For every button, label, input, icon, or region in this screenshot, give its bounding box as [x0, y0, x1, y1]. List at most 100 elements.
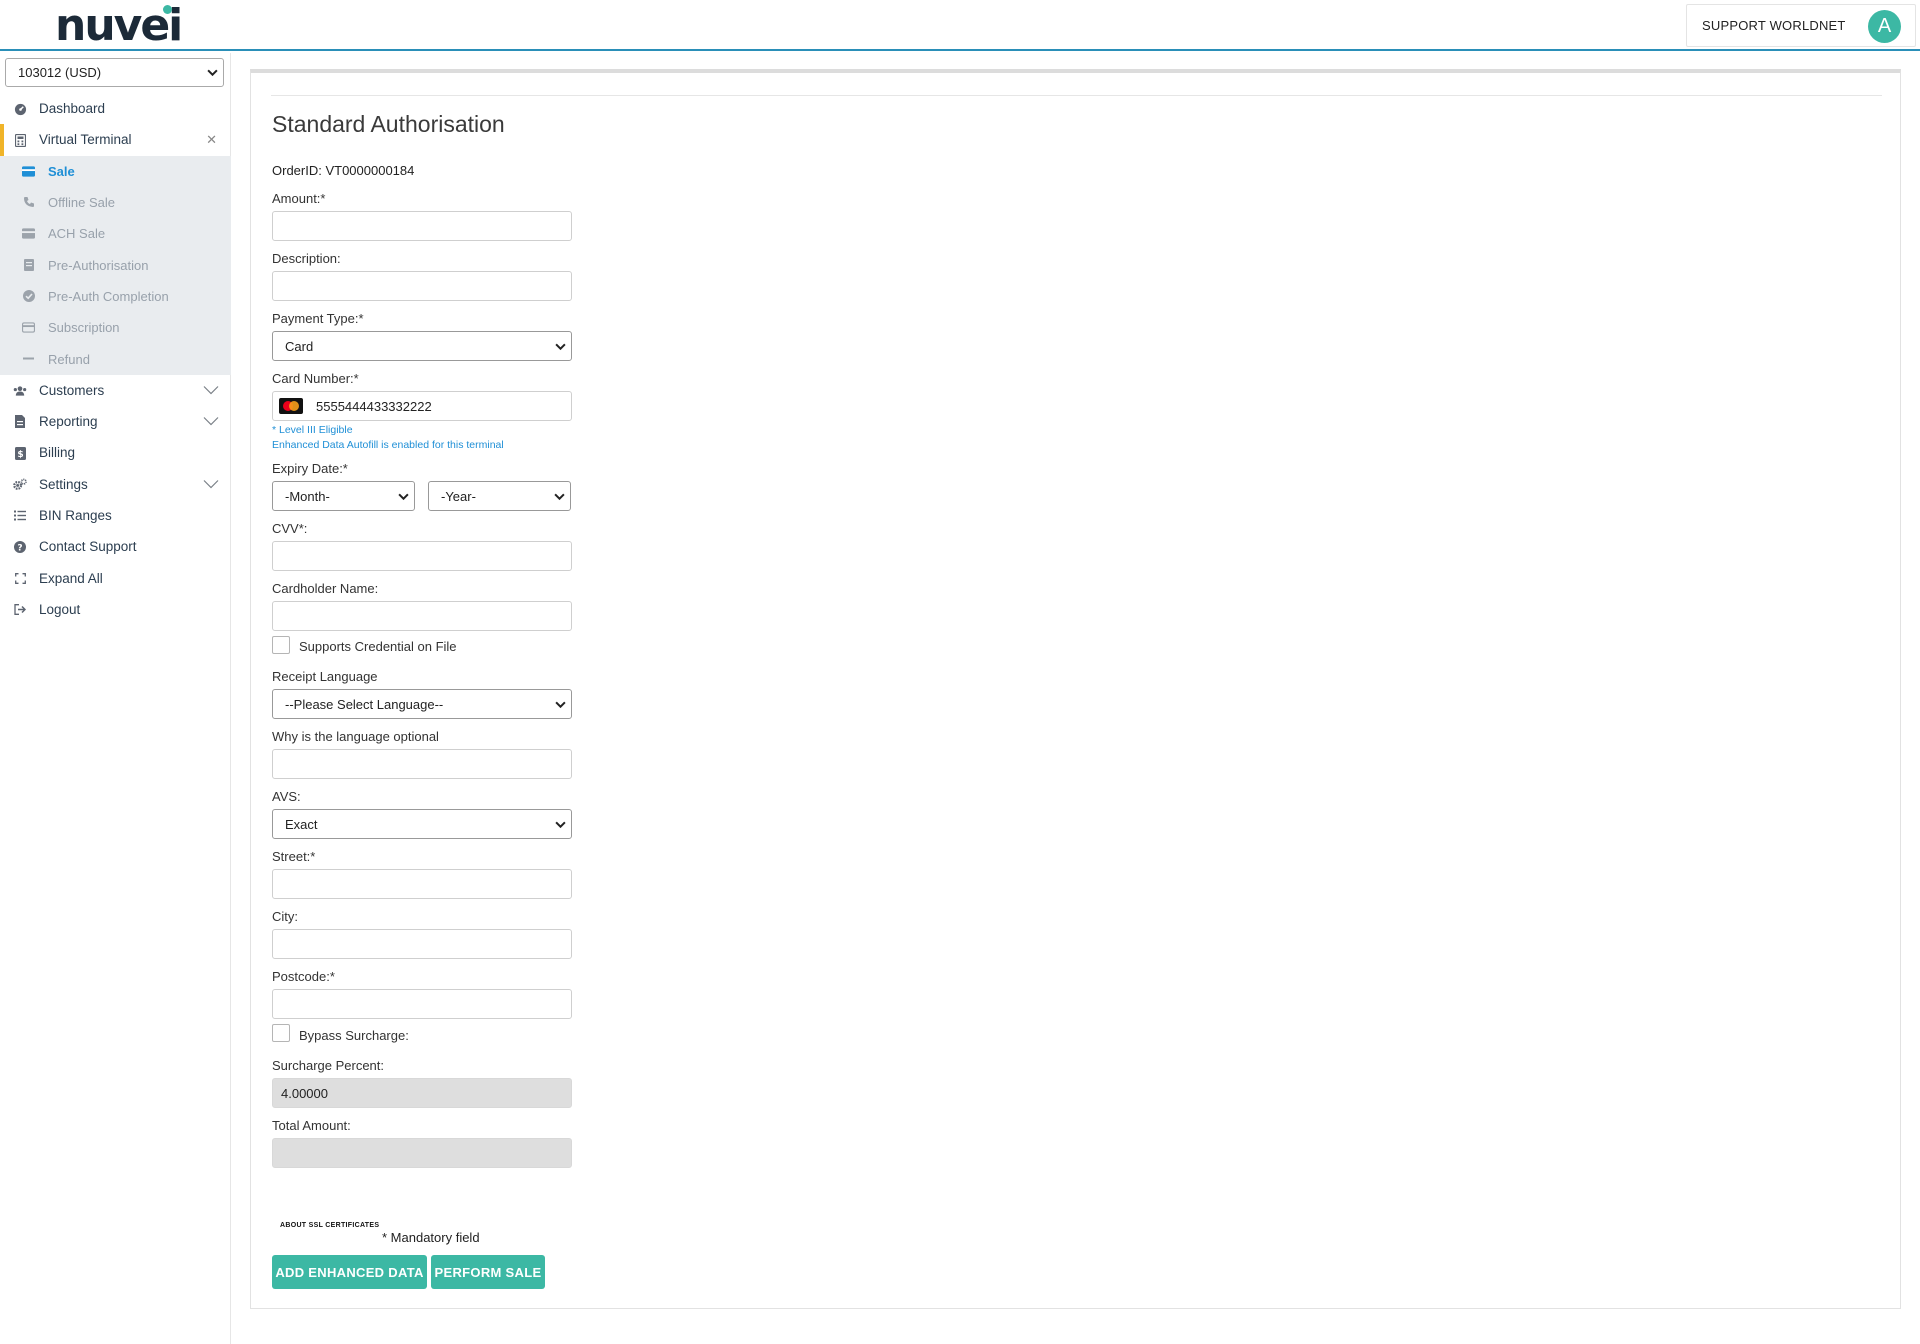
receipt-language-label: Receipt Language: [272, 669, 378, 684]
sidebar-subitem-pre-auth-completion[interactable]: Pre-Auth Completion: [0, 281, 231, 312]
question-icon: ?: [13, 540, 27, 554]
check-circle-icon: [22, 290, 35, 303]
sidebar-subitem-label: Refund: [48, 351, 90, 367]
receipt-icon: [22, 258, 35, 271]
avatar[interactable]: A: [1868, 10, 1901, 43]
ssl-certificates-link[interactable]: ABOUT SSL CERTIFICATES: [280, 1222, 379, 1229]
surcharge-percent-label: Surcharge Percent:: [272, 1058, 385, 1073]
level3-hint: * Level III Eligible: [272, 424, 353, 436]
receipt-language-select[interactable]: --Please Select Language--: [272, 689, 572, 719]
sidebar-item-label: BIN Ranges: [39, 508, 112, 523]
sidebar-subitem-label: Pre-Auth Completion: [48, 288, 169, 304]
sidebar-item-logout[interactable]: Logout: [0, 594, 231, 625]
dashboard-icon: [13, 102, 27, 116]
users-icon: [13, 384, 27, 398]
chevron-down-icon[interactable]: [203, 385, 219, 395]
top-bar: nuvei SUPPORT WORLDNET A: [0, 0, 1920, 51]
payment-type-select[interactable]: Card: [272, 331, 572, 361]
sidebar-item-label: Logout: [39, 601, 81, 617]
receipt-language-value: --Please Select Language--: [285, 696, 444, 712]
sidebar-subitem-ach-sale[interactable]: ACH Sale: [0, 218, 231, 249]
credential-on-file-label: Supports Credential on File: [299, 639, 457, 654]
sidebar-item-label: Contact Support: [39, 539, 137, 555]
expiry-year-value: -Year-: [441, 488, 476, 504]
chevron-down-icon: [554, 493, 565, 501]
sidebar-subitem-label: Sale: [48, 163, 75, 179]
total-amount-input: [272, 1138, 572, 1168]
expiry-month-select[interactable]: -Month-: [272, 481, 415, 511]
postcode-input[interactable]: [272, 989, 572, 1019]
description-input[interactable]: [272, 271, 572, 301]
sidebar-item-dashboard[interactable]: Dashboard: [0, 93, 231, 124]
bypass-surcharge-checkbox[interactable]: [272, 1024, 290, 1042]
why-language-input[interactable]: [272, 749, 572, 779]
sidebar-subitem-sale[interactable]: Sale: [0, 156, 231, 187]
chevron-down-icon[interactable]: [203, 416, 219, 426]
sidebar-item-reporting[interactable]: Reporting: [0, 406, 231, 437]
svg-text:?: ?: [17, 544, 22, 554]
description-label: Description:: [272, 251, 341, 266]
expiry-year-select[interactable]: -Year-: [428, 481, 571, 511]
sidebar-subitem-subscription[interactable]: Subscription: [0, 312, 231, 343]
user-menu[interactable]: SUPPORT WORLDNET A: [1686, 4, 1916, 47]
order-id: OrderID: VT0000000184: [272, 163, 415, 178]
nuvei-logo[interactable]: nuvei: [55, 2, 183, 48]
cardholder-label: Cardholder Name:: [272, 581, 379, 596]
street-label: Street:*: [272, 849, 316, 864]
expand-icon: [13, 571, 27, 585]
sidebar-subitem-pre-authorisation[interactable]: Pre-Authorisation: [0, 249, 231, 280]
sidebar-item-contact-support[interactable]: ? Contact Support: [0, 531, 231, 562]
sidebar-item-expand-all[interactable]: Expand All: [0, 562, 231, 593]
sidebar-item-label: Billing: [39, 445, 76, 461]
calculator-icon: [13, 133, 27, 147]
chevron-down-icon: [207, 69, 218, 77]
dollar-icon: $: [13, 446, 27, 460]
city-input[interactable]: [272, 929, 572, 959]
avs-label: AVS:: [272, 789, 301, 804]
chevron-down-icon: [555, 821, 566, 829]
chevron-down-icon[interactable]: [203, 479, 219, 489]
card-icon: [22, 321, 35, 334]
sidebar-item-customers[interactable]: Customers: [0, 375, 231, 406]
why-language-label: Why is the language optional: [272, 729, 439, 744]
sidebar-subitem-refund[interactable]: Refund: [0, 343, 231, 374]
sidebar-item-bin-ranges[interactable]: BIN Ranges: [0, 500, 231, 531]
virtual-terminal-submenu: Sale Offline Sale ACH Sale Pre-Authorisa…: [0, 155, 231, 375]
sidebar-item-settings[interactable]: Settings: [0, 469, 231, 500]
credential-on-file-checkbox[interactable]: [272, 636, 290, 654]
perform-sale-button[interactable]: PERFORM SALE: [431, 1255, 545, 1289]
payment-type-label: Payment Type:*: [272, 311, 364, 326]
avs-select[interactable]: Exact: [272, 809, 572, 839]
total-amount-label: Total Amount:: [272, 1118, 351, 1133]
card-number-input[interactable]: 5555444433332222: [272, 391, 572, 421]
postcode-label: Postcode:*: [272, 969, 335, 984]
card-icon: [22, 165, 35, 178]
sidebar-item-label: Expand All: [39, 570, 103, 586]
mastercard-icon: [279, 398, 303, 414]
close-icon[interactable]: ✕: [206, 132, 217, 148]
sidebar-item-label: Reporting: [39, 414, 98, 430]
sidebar-subitem-label: Pre-Authorisation: [48, 257, 149, 273]
cvv-label: CVV*:: [272, 521, 308, 536]
avs-value: Exact: [285, 816, 318, 832]
autofill-hint: Enhanced Data Autofill is enabled for th…: [272, 439, 504, 451]
sidebar-item-label: Customers: [39, 382, 105, 398]
divider: [271, 95, 1882, 96]
bypass-surcharge-label: Bypass Surcharge:: [299, 1028, 409, 1043]
street-input[interactable]: [272, 869, 572, 899]
cardholder-input[interactable]: [272, 601, 572, 631]
document-icon: [13, 415, 27, 429]
amount-input[interactable]: [272, 211, 572, 241]
sidebar-subitem-label: Subscription: [48, 320, 120, 336]
sidebar-subitem-offline-sale[interactable]: Offline Sale: [0, 187, 231, 218]
sidebar-item-label: Settings: [39, 476, 88, 492]
user-name: SUPPORT WORLDNET: [1702, 18, 1846, 33]
sidebar-item-virtual-terminal[interactable]: Virtual Terminal ✕: [0, 124, 231, 156]
surcharge-percent-input: 4.00000: [272, 1078, 572, 1108]
sidebar-subitem-label: ACH Sale: [48, 226, 106, 242]
cvv-input[interactable]: [272, 541, 572, 571]
account-select[interactable]: 103012 (USD): [5, 58, 224, 87]
add-enhanced-data-button[interactable]: ADD ENHANCED DATA: [272, 1255, 427, 1289]
sidebar-item-billing[interactable]: $ Billing: [0, 437, 231, 468]
account-select-value: 103012 (USD): [18, 65, 102, 80]
